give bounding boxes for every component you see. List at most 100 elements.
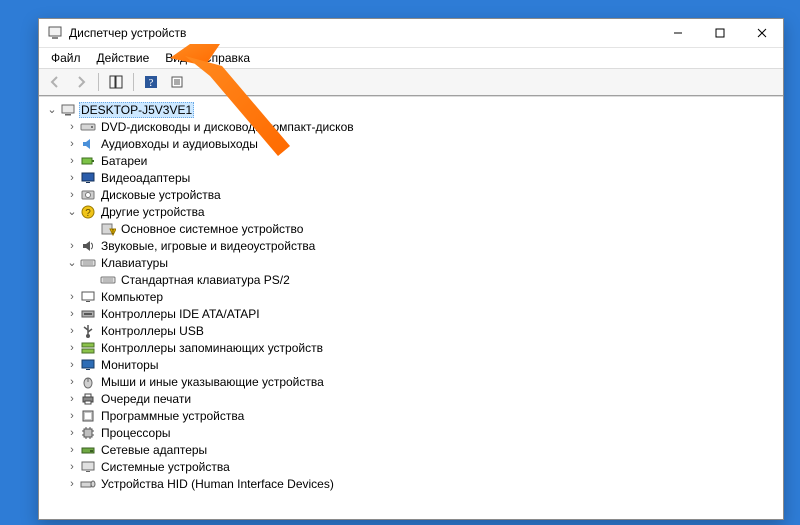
- tree-label: Видеоадаптеры: [99, 171, 192, 185]
- cpu-icon: [80, 425, 96, 441]
- toolbar-separator: [98, 73, 99, 91]
- tree-node-keyboards[interactable]: ⌄ Клавиатуры: [41, 254, 783, 271]
- device-tree[interactable]: ⌄ DESKTOP-J5V3VE1 › DVD-дисководы и диск…: [39, 96, 783, 519]
- menu-action[interactable]: Действие: [89, 49, 158, 67]
- device-manager-window: Диспетчер устройств Файл Действие Вид Сп…: [38, 18, 784, 520]
- chevron-right-icon[interactable]: ›: [65, 308, 79, 320]
- chevron-right-icon[interactable]: ›: [65, 410, 79, 422]
- tree-node-monitors[interactable]: › Мониторы: [41, 356, 783, 373]
- close-button[interactable]: [741, 19, 783, 47]
- tree-label: Контроллеры IDE ATA/ATAPI: [99, 307, 262, 321]
- disc-drive-icon: [80, 119, 96, 135]
- tree-label: Стандартная клавиатура PS/2: [119, 273, 292, 287]
- chevron-right-icon[interactable]: ›: [65, 240, 79, 252]
- tree-node-keyboards-child[interactable]: Стандартная клавиатура PS/2: [41, 271, 783, 288]
- tree-node-ide[interactable]: › Контроллеры IDE ATA/ATAPI: [41, 305, 783, 322]
- tree-label: Контроллеры запоминающих устройств: [99, 341, 325, 355]
- chevron-right-icon[interactable]: ›: [65, 121, 79, 133]
- show-hide-tree-button[interactable]: [104, 71, 128, 93]
- tree-node-sound[interactable]: › Звуковые, игровые и видеоустройства: [41, 237, 783, 254]
- app-icon: [47, 25, 63, 41]
- tree-label: Мониторы: [99, 358, 160, 372]
- chevron-right-icon[interactable]: ›: [65, 138, 79, 150]
- tree-node-dvd[interactable]: › DVD-дисководы и дисководы компакт-диск…: [41, 118, 783, 135]
- minimize-button[interactable]: [657, 19, 699, 47]
- menubar: Файл Действие Вид Справка: [39, 48, 783, 68]
- chevron-right-icon[interactable]: ›: [65, 291, 79, 303]
- tree-node-software[interactable]: › Программные устройства: [41, 407, 783, 424]
- maximize-button[interactable]: [699, 19, 741, 47]
- network-adapter-icon: [80, 442, 96, 458]
- tree-node-disk[interactable]: › Дисковые устройства: [41, 186, 783, 203]
- chevron-right-icon[interactable]: ›: [65, 155, 79, 167]
- menu-help[interactable]: Справка: [195, 49, 258, 67]
- tree-node-system[interactable]: › Системные устройства: [41, 458, 783, 475]
- svg-text:!: !: [112, 229, 114, 236]
- tree-label: Сетевые адаптеры: [99, 443, 209, 457]
- tree-label: Процессоры: [99, 426, 173, 440]
- keyboard-icon: [100, 272, 116, 288]
- tree-label: Системные устройства: [99, 460, 232, 474]
- tree-node-other-child[interactable]: ! Основное системное устройство: [41, 220, 783, 237]
- tree-label: Аудиовходы и аудиовыходы: [99, 137, 260, 151]
- tree-node-hid[interactable]: › Устройства HID (Human Interface Device…: [41, 475, 783, 492]
- chevron-right-icon[interactable]: ›: [65, 189, 79, 201]
- svg-text:?: ?: [149, 77, 154, 89]
- nav-back-button: [43, 71, 67, 93]
- software-device-icon: [80, 408, 96, 424]
- properties-button[interactable]: [165, 71, 189, 93]
- monitor-icon: [80, 289, 96, 305]
- warning-device-icon: !: [100, 221, 116, 237]
- printer-icon: [80, 391, 96, 407]
- chevron-down-icon[interactable]: ⌄: [65, 256, 79, 269]
- toolbar-separator: [133, 73, 134, 91]
- tree-label: Контроллеры USB: [99, 324, 206, 338]
- window-title: Диспетчер устройств: [69, 26, 186, 40]
- tree-label: Компьютер: [99, 290, 165, 304]
- battery-icon: [80, 153, 96, 169]
- chevron-right-icon[interactable]: ›: [65, 393, 79, 405]
- computer-icon: [60, 102, 76, 118]
- tree-node-print-queues[interactable]: › Очереди печати: [41, 390, 783, 407]
- chevron-right-icon[interactable]: ›: [65, 325, 79, 337]
- menu-view[interactable]: Вид: [157, 49, 195, 67]
- nav-forward-button: [69, 71, 93, 93]
- tree-label: Дисковые устройства: [99, 188, 223, 202]
- sound-icon: [80, 238, 96, 254]
- tree-node-processors[interactable]: › Процессоры: [41, 424, 783, 441]
- tree-node-other[interactable]: ⌄ ? Другие устройства: [41, 203, 783, 220]
- tree-node-storage-controllers[interactable]: › Контроллеры запоминающих устройств: [41, 339, 783, 356]
- tree-label: DVD-дисководы и дисководы компакт-дисков: [99, 120, 356, 134]
- tree-label: Очереди печати: [99, 392, 193, 406]
- chevron-right-icon[interactable]: ›: [65, 444, 79, 456]
- tree-node-video[interactable]: › Видеоадаптеры: [41, 169, 783, 186]
- tree-label: Другие устройства: [99, 205, 207, 219]
- ide-controller-icon: [80, 306, 96, 322]
- tree-label: Мыши и иные указывающие устройства: [99, 375, 326, 389]
- svg-text:?: ?: [85, 208, 91, 219]
- tree-node-root[interactable]: ⌄ DESKTOP-J5V3VE1: [41, 101, 783, 118]
- tree-node-mice[interactable]: › Мыши и иные указывающие устройства: [41, 373, 783, 390]
- tree-label: Батареи: [99, 154, 149, 168]
- menu-file[interactable]: Файл: [43, 49, 89, 67]
- tree-node-batteries[interactable]: › Батареи: [41, 152, 783, 169]
- chevron-right-icon[interactable]: ›: [65, 359, 79, 371]
- usb-icon: [80, 323, 96, 339]
- tree-node-usb[interactable]: › Контроллеры USB: [41, 322, 783, 339]
- tree-node-computer[interactable]: › Компьютер: [41, 288, 783, 305]
- tree-node-network[interactable]: › Сетевые адаптеры: [41, 441, 783, 458]
- chevron-right-icon[interactable]: ›: [65, 376, 79, 388]
- chevron-right-icon[interactable]: ›: [65, 342, 79, 354]
- chevron-right-icon[interactable]: ›: [65, 478, 79, 490]
- help-button[interactable]: ?: [139, 71, 163, 93]
- chevron-right-icon[interactable]: ›: [65, 172, 79, 184]
- chevron-down-icon[interactable]: ⌄: [45, 103, 59, 116]
- monitor-icon: [80, 357, 96, 373]
- tree-label: Программные устройства: [99, 409, 246, 423]
- audio-icon: [80, 136, 96, 152]
- tree-node-audio[interactable]: › Аудиовходы и аудиовыходы: [41, 135, 783, 152]
- chevron-down-icon[interactable]: ⌄: [65, 205, 79, 218]
- chevron-right-icon[interactable]: ›: [65, 427, 79, 439]
- chevron-right-icon[interactable]: ›: [65, 461, 79, 473]
- tree-label: Основное системное устройство: [119, 222, 305, 236]
